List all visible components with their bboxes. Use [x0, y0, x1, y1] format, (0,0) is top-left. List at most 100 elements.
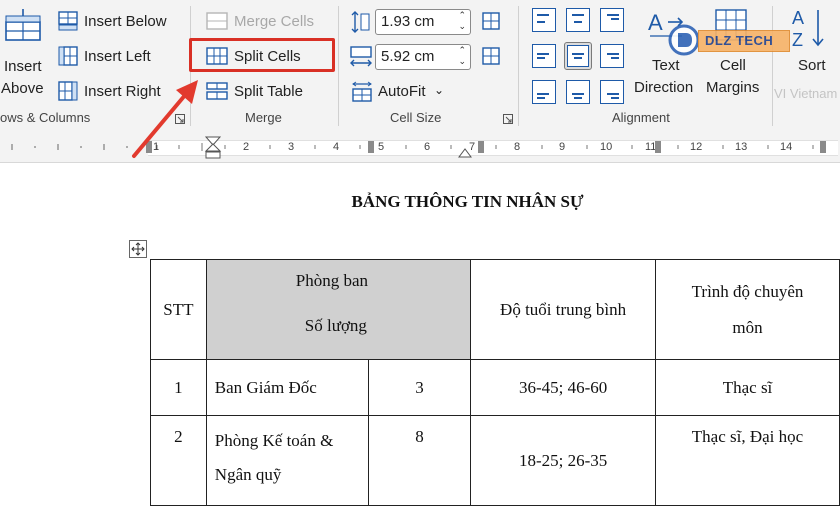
group-separator [518, 6, 519, 126]
split-table-label: Split Table [234, 83, 303, 100]
align-center-left-icon[interactable] [532, 44, 556, 68]
insert-above-button[interactable]: Insert Above [0, 4, 50, 99]
align-bottom-center-icon[interactable] [566, 80, 590, 104]
align-top-left-icon[interactable] [532, 8, 556, 32]
merge-cells-label: Merge Cells [234, 13, 315, 30]
align-bottom-left-icon[interactable] [532, 80, 556, 104]
header-trinh-do[interactable]: Trình độ chuyên môn [655, 259, 840, 360]
align-top-center-icon[interactable] [566, 8, 590, 32]
ruler-number: 6 [424, 141, 431, 153]
table-row: 2 Phòng Kế toán & Ngân quỹ 8 18-25; 26-3… [150, 415, 840, 506]
row-do-tuoi[interactable]: 36-45; 46-60 [470, 359, 657, 416]
rows-columns-group-label: ows & Columns [0, 110, 91, 125]
ruler-number: 3 [288, 141, 295, 153]
cell-margins-label-line1: Cell [720, 57, 746, 74]
row-phong-ban[interactable]: Phòng Kế toán & Ngân quỹ [205, 415, 369, 506]
ruler-number: 2 [243, 141, 250, 153]
row-phong-ban-line2: Ngân quỹ [214, 465, 282, 484]
insert-left-button[interactable]: Insert Left [58, 45, 178, 69]
column-width-field[interactable]: 5.92 cm ⌃ ⌄ [375, 44, 471, 70]
header-phong-ban: Phòng ban [295, 271, 369, 290]
insert-below-label: Insert Below [84, 13, 167, 30]
svg-text:A: A [648, 10, 663, 35]
row-stt[interactable]: 2 [150, 415, 207, 506]
row-stt-value: 2 [174, 427, 183, 446]
row-trinh-do[interactable]: Thạc sĩ [655, 359, 840, 416]
table-header-row: STT Phòng ban Số lượng Độ tuổi trung bìn… [150, 259, 840, 360]
header-do-tuoi[interactable]: Độ tuổi trung bình [470, 259, 657, 360]
header-merged-cell[interactable]: Phòng ban Số lượng [205, 259, 472, 360]
row-do-tuoi[interactable]: 18-25; 26-35 [470, 415, 657, 506]
distribute-rows-icon[interactable] [480, 10, 502, 32]
align-center-right-icon[interactable] [600, 44, 624, 68]
ruler-number: 10 [600, 141, 613, 153]
row-height-icon [351, 11, 370, 33]
row-so-luong-value: 8 [415, 427, 424, 446]
insert-below-icon [58, 11, 78, 31]
align-bottom-right-icon[interactable] [600, 80, 624, 104]
insert-left-icon [58, 46, 78, 66]
row-trinh-do[interactable]: Thạc sĩ, Đại học [655, 415, 840, 506]
text-direction-label-line2: Direction [634, 79, 694, 96]
merge-group-label: Merge [245, 110, 282, 125]
ruler-number: 5 [378, 141, 385, 153]
insert-above-label-line2: Above [1, 80, 44, 97]
row-so-luong[interactable]: 3 [367, 359, 472, 416]
row-height-field[interactable]: 1.93 cm ⌃ ⌄ [375, 9, 471, 35]
ruler-number: 13 [735, 141, 748, 153]
ruler-number: 8 [514, 141, 521, 153]
split-cells-button[interactable]: Split Cells [204, 45, 324, 69]
ruler-column-marker[interactable] [820, 141, 826, 153]
insert-above-label-line1: Insert [4, 58, 42, 75]
merge-cells-button[interactable]: Merge Cells [204, 10, 324, 34]
split-table-icon [206, 82, 228, 100]
column-width-stepper-icon[interactable]: ⌃ ⌄ [458, 45, 466, 67]
dlz-brand-text: DLZ TECH [705, 33, 774, 48]
row-height-stepper-icon[interactable]: ⌃ ⌄ [458, 10, 466, 32]
row-phong-ban[interactable]: Ban Giám Đốc [205, 359, 369, 416]
table-row: 1 Ban Giám Đốc 3 36-45; 46-60 Thạc sĩ [150, 359, 840, 416]
alignment-grid [532, 8, 632, 108]
table-move-handle-icon[interactable] [129, 240, 147, 258]
insert-left-label: Insert Left [84, 48, 151, 65]
ruler-margin-left [11, 144, 128, 150]
split-cells-icon [206, 47, 228, 65]
autofit-icon [352, 81, 372, 102]
row-stt[interactable]: 1 [150, 359, 207, 416]
split-table-button[interactable]: Split Table [204, 80, 324, 104]
autofit-button[interactable]: AutoFit ⌄ [350, 80, 460, 104]
row-so-luong[interactable]: 8 [367, 415, 472, 506]
ruler-number: 4 [333, 141, 340, 153]
header-stt[interactable]: STT [150, 259, 207, 360]
dlz-logo-icon [668, 24, 700, 56]
dialog-launcher-icon[interactable] [503, 114, 513, 124]
ruler-column-marker[interactable] [655, 141, 661, 153]
header-so-luong: Số lượng [304, 316, 367, 335]
ruler-right-indent-icon[interactable] [457, 146, 473, 158]
horizontal-ruler[interactable]: 1 2 3 4 5 6 7 8 9 10 11 12 13 14 [0, 132, 840, 163]
dlz-brand-box: DLZ TECH [698, 30, 790, 52]
distribute-columns-icon[interactable] [480, 45, 502, 67]
group-separator [338, 6, 339, 126]
insert-below-button[interactable]: Insert Below [58, 10, 178, 34]
ruler-number: 12 [690, 141, 703, 153]
watermark-tagline: VI Vietnam [774, 86, 838, 101]
cell-size-group-label: Cell Size [390, 110, 442, 125]
column-width-icon [350, 46, 372, 67]
header-trinh-do-line1: Trình độ chuyên [691, 281, 804, 301]
insert-above-icon [5, 9, 41, 41]
align-center-icon[interactable] [564, 42, 592, 70]
header-trinh-do-line2: môn [732, 317, 763, 337]
ribbon: Insert Above Insert Below Insert Left In [0, 0, 840, 132]
sort-icon: A Z [792, 8, 824, 50]
merge-cells-icon [206, 12, 228, 30]
column-width-value: 5.92 cm [381, 48, 435, 65]
insert-right-icon [58, 81, 78, 101]
chevron-down-icon: ⌄ [434, 83, 445, 97]
row-height-value: 1.93 cm [381, 13, 435, 30]
ruler-column-marker[interactable] [478, 141, 484, 153]
cell-margins-label-line2: Margins [706, 79, 760, 96]
ruler-column-marker[interactable] [368, 141, 374, 153]
align-top-right-icon[interactable] [600, 8, 624, 32]
alignment-group-label: Alignment [612, 110, 670, 125]
